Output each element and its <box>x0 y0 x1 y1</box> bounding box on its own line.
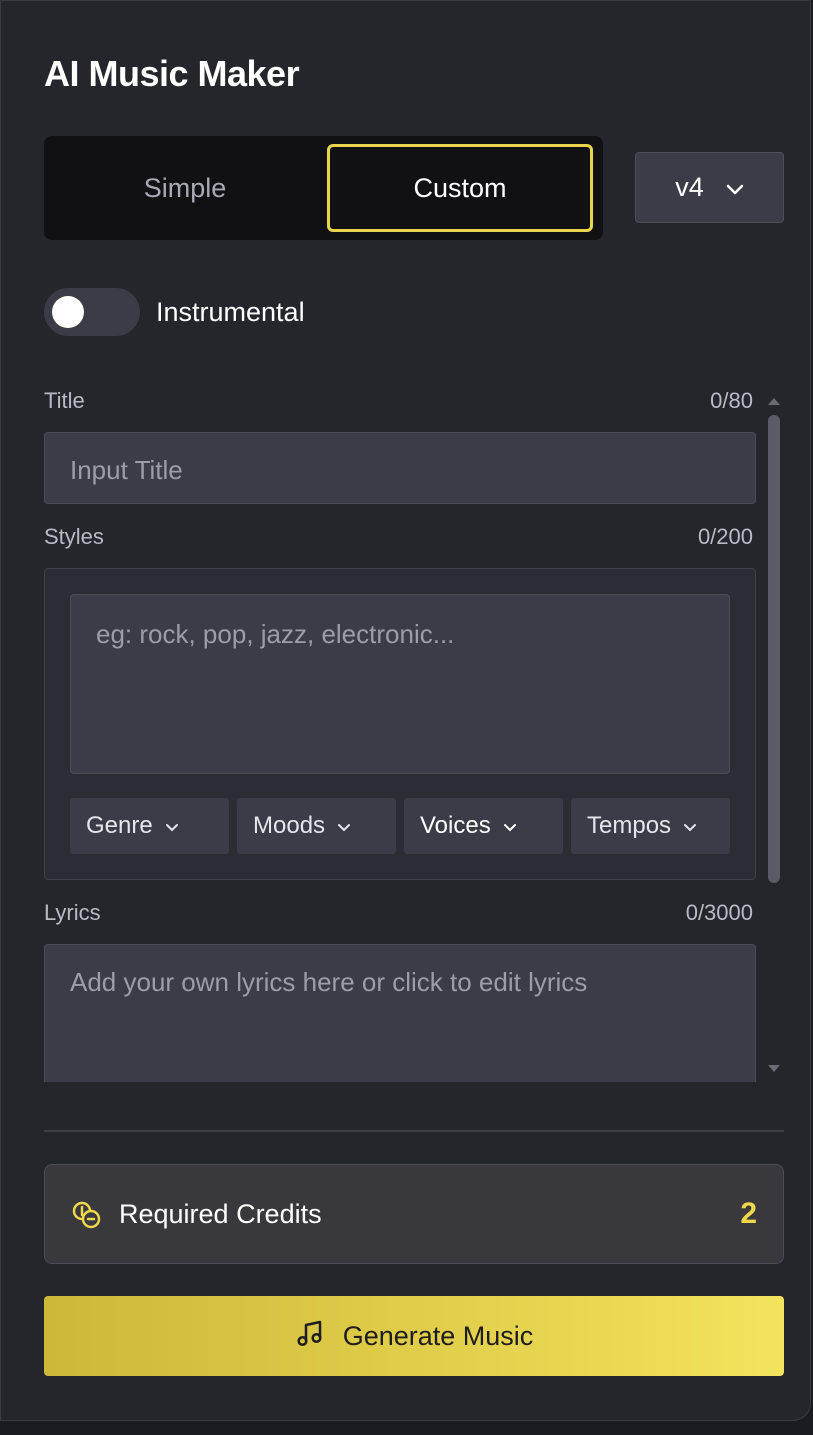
version-value: v4 <box>675 172 704 202</box>
chevron-down-icon <box>337 812 351 840</box>
instrumental-toggle[interactable] <box>44 288 140 336</box>
chevron-down-icon <box>726 172 744 203</box>
credits-value: 2 <box>740 1197 757 1230</box>
chevron-down-icon <box>683 812 697 840</box>
genre-label: Genre <box>86 812 153 839</box>
voices-dropdown[interactable]: Voices <box>404 798 563 854</box>
title-input[interactable]: Input Title <box>44 432 756 504</box>
lyrics-input[interactable]: Add your own lyrics here or click to edi… <box>44 944 756 1082</box>
styles-label: Styles <box>44 524 104 549</box>
credits-label: Required Credits <box>119 1199 322 1229</box>
lyrics-label: Lyrics <box>44 900 101 925</box>
version-dropdown[interactable]: v4 <box>635 152 784 223</box>
music-note-icon <box>295 1318 325 1355</box>
styles-box: eg: rock, pop, jazz, electronic... Genre… <box>44 568 756 880</box>
divider <box>44 1130 784 1132</box>
title-label: Title <box>44 388 85 413</box>
tempos-dropdown[interactable]: Tempos <box>571 798 730 854</box>
tempos-label: Tempos <box>587 812 672 839</box>
toggle-knob <box>52 296 84 328</box>
music-maker-panel: AI Music Maker Simple Custom v4 Instrume… <box>0 0 811 1421</box>
scroll-up-arrow[interactable] <box>767 393 781 411</box>
mode-simple-button[interactable]: Simple <box>52 144 318 232</box>
mode-custom-button[interactable]: Custom <box>327 144 593 232</box>
genre-dropdown[interactable]: Genre <box>70 798 229 854</box>
styles-counter: 0/200 <box>697 524 753 549</box>
mode-switch: Simple Custom <box>44 136 603 240</box>
title-counter: 0/80 <box>710 388 753 413</box>
generate-label: Generate Music <box>342 1320 534 1351</box>
required-credits: Required Credits 2 <box>44 1164 784 1264</box>
styles-input[interactable]: eg: rock, pop, jazz, electronic... <box>70 594 730 774</box>
chevron-down-icon <box>165 812 179 840</box>
scroll-down-arrow[interactable] <box>767 1061 781 1079</box>
lyrics-counter: 0/3000 <box>685 900 753 925</box>
voices-label: Voices <box>420 812 491 839</box>
instrumental-label: Instrumental <box>156 297 305 327</box>
page-title: AI Music Maker <box>44 53 300 94</box>
coins-icon <box>71 1200 103 1235</box>
moods-label: Moods <box>253 812 326 839</box>
moods-dropdown[interactable]: Moods <box>237 798 396 854</box>
scrollbar-thumb[interactable] <box>768 415 780 883</box>
generate-music-button[interactable]: Generate Music <box>44 1296 784 1376</box>
chevron-down-icon <box>503 812 517 840</box>
